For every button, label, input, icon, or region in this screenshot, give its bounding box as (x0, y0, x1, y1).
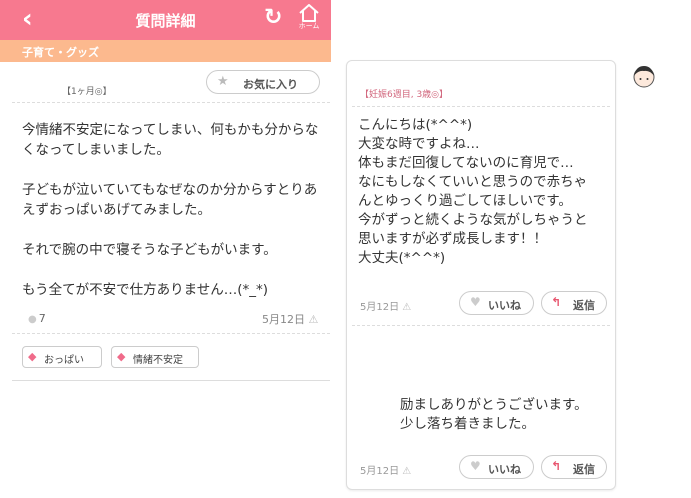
answer-age: 【妊娠6週目, 3歳◎】 (360, 90, 449, 100)
comment-count-value: 7 (38, 312, 46, 325)
answer-line: こんにちは(*^^*) (358, 117, 473, 133)
followup-date-text: 5月12日 (360, 466, 400, 477)
answer-line: 思いますが必ず成長します！！ (358, 231, 547, 247)
reply-arrow-icon: ↰ (551, 459, 562, 473)
heart-icon: ♥ (470, 295, 481, 309)
question-paragraph: それで腕の中で寝そうな子どもがいます。 (22, 242, 277, 258)
question-paragraph: 今情緒不安定になってしまい、何もかも分からなくなってしまいました。 (22, 122, 319, 158)
tag-label: おっぱい (44, 355, 84, 366)
reply-label: 返信 (573, 463, 595, 476)
answer-date: 5月12日 ⚠ (360, 298, 411, 313)
reply-button[interactable]: ↰ 返信 (541, 455, 607, 479)
app-header: ‹ 質問詳細 ↻ ホーム (0, 0, 331, 40)
comment-bubble-icon: ● (28, 314, 37, 325)
comment-count: ● 7 (28, 312, 46, 325)
answer-line: 大丈夫(*^^*) (358, 250, 446, 266)
home-button[interactable]: ホーム (292, 2, 326, 38)
warning-icon[interactable]: ⚠ (402, 302, 411, 313)
question-date: 5月12日 ⚠ (262, 311, 318, 327)
home-label: ホーム (298, 22, 320, 30)
like-label: いいね (488, 299, 521, 312)
like-label: いいね (488, 463, 521, 476)
like-button[interactable]: ♥ いいね (459, 455, 534, 479)
reply-label: 返信 (573, 299, 595, 312)
answer-line: 体もまだ回復してないのに育児で… (358, 155, 574, 171)
answer-line: んとゆっくり過ごしてほしいです。 (358, 193, 572, 209)
reload-icon[interactable]: ↻ (264, 6, 282, 30)
question-paragraph: 子どもが泣いていてもなぜなのか分からすとりあえずおっぱいあげてみました。 (22, 182, 318, 218)
divider (12, 380, 330, 381)
category-label: 子育て・グッズ (22, 46, 99, 59)
category-bar: 子育て・グッズ (0, 40, 331, 62)
heart-icon: ♥ (470, 459, 481, 473)
followup-body: 励ましありがとうございます。 少し落ち着きました。 (400, 396, 615, 434)
question-date-text: 5月12日 (262, 313, 305, 326)
divider (12, 102, 330, 103)
divider (352, 106, 610, 107)
question-paragraph: もう全てが不安で仕方ありません…(*_*) (22, 282, 268, 298)
warning-icon[interactable]: ⚠ (402, 466, 411, 477)
followup-line: 少し落ち着きました。 (400, 416, 535, 432)
answer-body: こんにちは(*^^*) 大変な時ですよね… 体もまだ回復してないのに育児で… な… (358, 116, 613, 268)
like-button[interactable]: ♥ いいね (459, 291, 534, 315)
answer-line: なにもしなくていいと思うので赤ちゃ (358, 174, 588, 190)
tag-icon: ◆ (117, 350, 126, 363)
followup-date: 5月12日 ⚠ (360, 462, 411, 477)
tag-chip[interactable]: ◆ おっぱい (22, 346, 102, 368)
tag-label: 情緒不安定 (133, 355, 183, 366)
answer-date-text: 5月12日 (360, 302, 400, 313)
tag-chip[interactable]: ◆ 情緒不安定 (111, 346, 199, 368)
answer-line: 今がずっと続くような気がしちゃうと (358, 212, 588, 228)
home-icon (299, 4, 319, 22)
tag-icon: ◆ (28, 350, 37, 363)
divider (352, 325, 610, 326)
question-age: 【1ヶ月◎】 (62, 87, 112, 97)
followup-line: 励ましありがとうございます。 (400, 397, 588, 413)
warning-icon[interactable]: ⚠ (309, 313, 319, 326)
reply-button[interactable]: ↰ 返信 (541, 291, 607, 315)
favorite-label: お気に入り (243, 78, 298, 91)
answer-line: 大変な時ですよね… (358, 136, 480, 152)
question-panel: ‹ 質問詳細 ↻ ホーム 子育て・グッズ 【1ヶ月◎】 ★ お気に入り 今情緒不… (0, 0, 331, 498)
divider (12, 333, 330, 334)
star-icon: ★ (217, 74, 229, 89)
avatar-icon (630, 62, 658, 92)
question-body: 今情緒不安定になってしまい、何もかも分からなくなってしまいました。 子どもが泣い… (22, 120, 322, 320)
avatar (630, 62, 658, 92)
favorite-button[interactable]: ★ お気に入り (206, 70, 320, 94)
reply-arrow-icon: ↰ (551, 295, 562, 309)
